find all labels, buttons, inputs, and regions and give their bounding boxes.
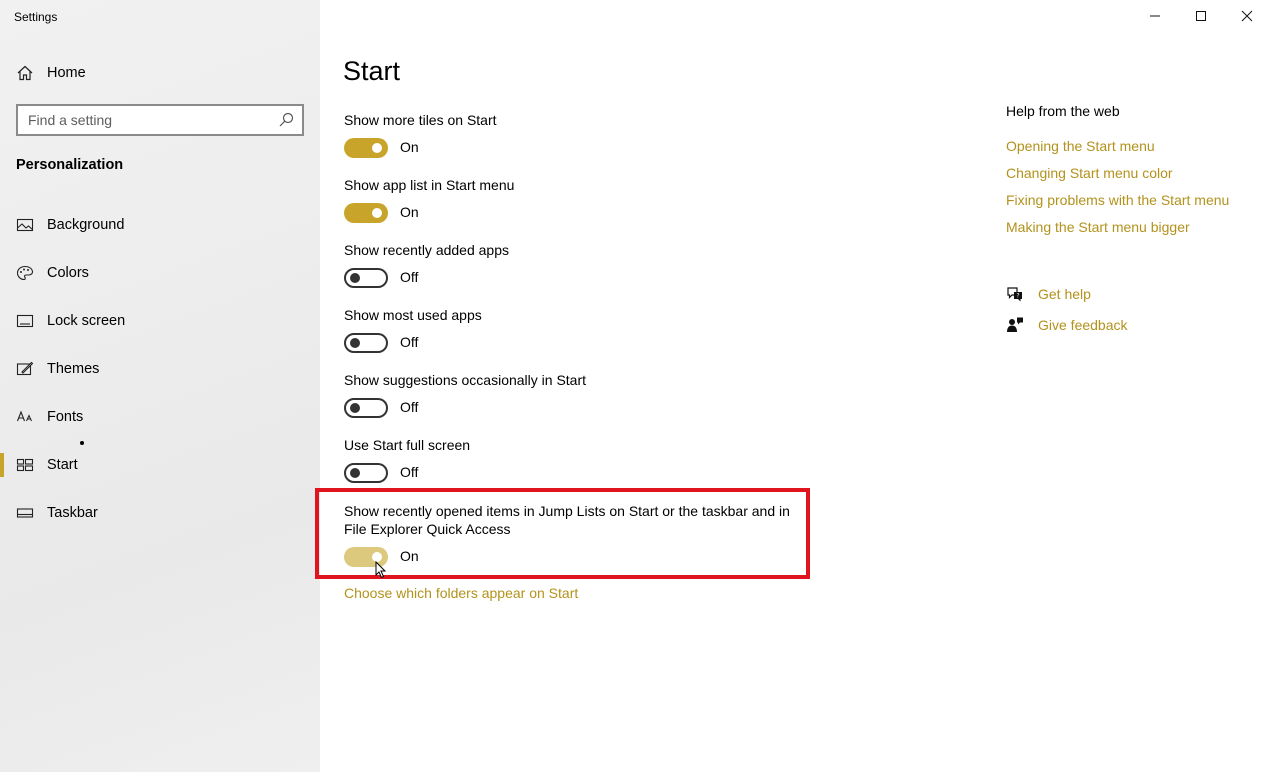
- palette-icon: [16, 265, 34, 281]
- toggle-state: On: [400, 204, 419, 220]
- home-label: Home: [47, 65, 86, 81]
- sidebar-item-label: Background: [47, 217, 125, 233]
- lock-screen-icon: [16, 314, 34, 328]
- toggle-row: Off: [344, 333, 464, 355]
- toggle-state: Off: [400, 334, 419, 350]
- toggle-switch[interactable]: [344, 203, 388, 223]
- search-icon[interactable]: [278, 112, 294, 128]
- toggle-knob: [350, 273, 360, 283]
- fonts-icon: [16, 410, 32, 422]
- search-input[interactable]: [28, 110, 268, 130]
- sidebar-item-label: Lock screen: [47, 313, 126, 329]
- help-title: Help from the web: [1006, 103, 1120, 119]
- get-help-button[interactable]: ? Get help: [1006, 285, 1206, 305]
- help-link-start-color[interactable]: Changing Start menu color: [1006, 165, 1173, 181]
- toggle-knob: [350, 338, 360, 348]
- minimize-icon: [1150, 15, 1160, 17]
- help-link-fixing-problems[interactable]: Fixing problems with the Start menu: [1006, 192, 1229, 208]
- toggle-state: Off: [400, 269, 419, 285]
- setting-label: Show most used apps: [344, 307, 482, 323]
- sidebar-item-background[interactable]: Background: [0, 205, 320, 245]
- toggle-knob: [372, 208, 382, 218]
- close-button[interactable]: [1224, 0, 1270, 32]
- sidebar-item-label: Themes: [47, 361, 100, 377]
- search-box[interactable]: [16, 104, 304, 136]
- home-icon: [17, 65, 33, 81]
- setting-most-used: Show most used apps Off: [344, 306, 804, 353]
- toggle-row: Off: [344, 398, 464, 420]
- setting-label: Use Start full screen: [344, 437, 471, 453]
- setting-full-screen: Use Start full screen Off: [344, 436, 804, 483]
- toggle-row: Off: [344, 268, 464, 290]
- toggle-row: On: [344, 547, 464, 569]
- sidebar-item-colors[interactable]: Colors: [0, 253, 320, 293]
- sidebar-item-taskbar[interactable]: Taskbar: [0, 493, 320, 533]
- toggle-switch[interactable]: [344, 463, 388, 483]
- setting-label: Show more tiles on Start: [344, 112, 497, 128]
- sidebar-item-label: Colors: [47, 265, 89, 281]
- maximize-icon: [1196, 11, 1206, 21]
- setting-label: Show recently added apps: [344, 242, 509, 258]
- get-help-label: Get help: [1038, 286, 1091, 302]
- toggle-state: On: [400, 139, 419, 155]
- toggle-knob: [372, 143, 382, 153]
- sidebar: Settings Home Personalization Background…: [0, 0, 320, 772]
- help-link-opening-start[interactable]: Opening the Start menu: [1006, 138, 1155, 154]
- toggle-switch[interactable]: [344, 333, 388, 353]
- chat-help-icon: ?: [1007, 287, 1022, 302]
- sidebar-item-fonts[interactable]: Fonts: [0, 397, 320, 437]
- section-title: Personalization: [16, 157, 124, 173]
- minimize-button[interactable]: [1132, 0, 1178, 32]
- toggle-knob: [350, 468, 360, 478]
- image-icon: [16, 218, 34, 232]
- toggle-row: On: [344, 138, 464, 160]
- toggle-row: On: [344, 203, 464, 225]
- toggle-row: Off: [344, 463, 464, 485]
- setting-jump-lists: Show recently opened items in Jump Lists…: [344, 502, 794, 567]
- setting-show-more-tiles: Show more tiles on Start On: [344, 111, 804, 158]
- setting-suggestions: Show suggestions occasionally in Start O…: [344, 371, 804, 418]
- maximize-button[interactable]: [1178, 0, 1224, 32]
- toggle-state: Off: [400, 399, 419, 415]
- setting-show-app-list: Show app list in Start menu On: [344, 176, 804, 223]
- start-icon: [16, 458, 34, 472]
- feedback-icon: [1007, 317, 1023, 332]
- app-title: Settings: [14, 10, 58, 24]
- sidebar-item-label: Taskbar: [47, 505, 98, 521]
- sidebar-item-label: Start: [47, 457, 78, 473]
- taskbar-icon: [16, 508, 34, 518]
- toggle-state: Off: [400, 464, 419, 480]
- themes-icon: [16, 361, 34, 376]
- choose-folders-link[interactable]: Choose which folders appear on Start: [344, 585, 578, 601]
- setting-recently-added: Show recently added apps Off: [344, 241, 804, 288]
- svg-text:?: ?: [1016, 293, 1019, 300]
- sidebar-item-lock-screen[interactable]: Lock screen: [0, 301, 320, 341]
- setting-label: Show suggestions occasionally in Start: [344, 372, 587, 388]
- give-feedback-label: Give feedback: [1038, 317, 1128, 333]
- sidebar-item-start[interactable]: Start: [0, 445, 320, 485]
- setting-label: Show app list in Start menu: [344, 177, 515, 193]
- mouse-cursor-icon: [375, 561, 387, 579]
- close-icon: [1241, 10, 1253, 22]
- help-link-start-bigger[interactable]: Making the Start menu bigger: [1006, 219, 1190, 235]
- sidebar-item-themes[interactable]: Themes: [0, 349, 320, 389]
- toggle-switch[interactable]: [344, 398, 388, 418]
- toggle-knob: [350, 403, 360, 413]
- page-title: Start: [343, 56, 401, 86]
- toggle-state: On: [400, 548, 419, 564]
- home-button[interactable]: Home: [0, 58, 320, 88]
- toggle-switch[interactable]: [344, 268, 388, 288]
- setting-label-line1: Show recently opened items in Jump Lists…: [344, 503, 790, 519]
- give-feedback-button[interactable]: Give feedback: [1006, 316, 1206, 336]
- toggle-switch[interactable]: [344, 138, 388, 158]
- sidebar-item-label: Fonts: [47, 409, 84, 425]
- selection-indicator: [0, 453, 4, 477]
- setting-label-line2: File Explorer Quick Access: [344, 521, 511, 537]
